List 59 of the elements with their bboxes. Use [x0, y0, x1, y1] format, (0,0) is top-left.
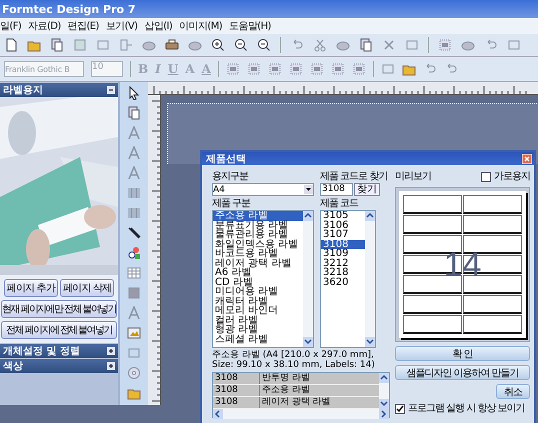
list-item[interactable]: 3212 [321, 258, 365, 268]
checkbox-label: 가로용지 [494, 171, 530, 183]
menu-item[interactable]: 자료(D) [28, 19, 61, 33]
list-item[interactable]: 바코드용 라벨 [213, 249, 303, 258]
table-cell: 3108 [213, 385, 260, 396]
list-item[interactable]: 메모리 바인더 [213, 306, 303, 316]
paper-select[interactable]: A4 [212, 183, 314, 196]
list-item[interactable]: 3107 [321, 230, 365, 240]
panel-header[interactable]: 라벨용지 [0, 83, 118, 97]
table-cell: 3108 [213, 397, 260, 408]
list-item[interactable]: 형광 라벨 [213, 325, 303, 334]
table-cell-text: 레이저 광택 라벨 [261, 397, 331, 408]
menu-item[interactable]: 보기(V) [106, 19, 138, 33]
panel-header[interactable]: 색상 [0, 359, 118, 373]
preview-label: 미리보기 [395, 171, 431, 183]
list-item[interactable]: 3620 [321, 278, 365, 287]
list-label: 제품 구분 [212, 198, 252, 210]
code-input[interactable]: 3108 [320, 183, 353, 196]
list-item[interactable]: 컬러 라벨 [213, 316, 303, 325]
dialog-button[interactable]: 취소 [496, 384, 530, 399]
list-item[interactable]: 미디어용 라벨 [213, 287, 303, 296]
dialog-button[interactable]: 확 인 [395, 346, 530, 361]
field-label: 제품 코드로 찾기 [320, 171, 388, 183]
panel-title: 라벨용지 [3, 84, 43, 97]
list-item[interactable]: CD 라벨 [213, 278, 303, 287]
dialog-button[interactable]: 샘플디자인 이용하여 만들기 [395, 365, 530, 380]
checkbox-label: 프로그램 실행 시 항상 보이기 [408, 403, 525, 415]
list-item[interactable]: 분류표기용 라벨 [213, 220, 303, 230]
table-cell: 3108 [213, 373, 260, 384]
menu-item[interactable]: 도움말(H) [229, 19, 271, 33]
find-button[interactable]: 찾기 [354, 183, 380, 196]
product-info: 주소용 라벨 (A4 [210.0 x 297.0 mm], Size: 99.10 x 38.10 mm, Labels: 14) [212, 350, 376, 370]
menu-item[interactable]: 삽입(I) [144, 19, 172, 33]
list-item[interactable]: 레이저 광택 라벨 [213, 258, 303, 268]
panel-button[interactable]: 페이지 추가 [4, 279, 58, 297]
menu-item[interactable]: 편집(E) [68, 19, 99, 33]
field-label: 용지구분 [212, 171, 250, 183]
menu-item[interactable]: 일(F) [0, 19, 22, 33]
list-item[interactable]: 스페셜 라벨 [213, 334, 303, 344]
panel-button[interactable]: 전체 페이지에 전체 붙여넣기 [1, 321, 117, 339]
list-item[interactable]: 3218 [321, 268, 365, 278]
table-cell-text: 반투명 라벨 [261, 373, 310, 384]
window-title: Formtec Design Pro 7 [2, 2, 136, 16]
list-item[interactable]: A6 라벨 [213, 268, 303, 278]
panel-button[interactable]: 페이지 삭제 [60, 279, 114, 297]
list-label: 제품 코드 [320, 198, 360, 210]
list-item[interactable]: 3106 [321, 220, 365, 230]
list-item[interactable]: 캐릭터 라벨 [213, 296, 303, 306]
list-item[interactable]: 3109 [321, 249, 365, 258]
list-item[interactable]: 화일인덱스용 라벨 [213, 240, 303, 249]
list-item[interactable]: 3108 [321, 240, 365, 249]
menu-item[interactable]: 이미지(M) [179, 19, 222, 33]
panel-header[interactable]: 개체설정 및 정렬 [0, 344, 118, 358]
panel-title: 색상 [3, 360, 23, 373]
list-item[interactable]: 물류관리용 라벨 [213, 230, 303, 240]
dialog-title: 제품선택 [206, 152, 246, 166]
panel-button[interactable]: 현재 페이지에만 전체 붙여넣기 [1, 300, 117, 318]
table-cell-text: 주소용 라벨 [261, 385, 310, 396]
panel-title: 개체설정 및 정렬 [3, 345, 80, 358]
